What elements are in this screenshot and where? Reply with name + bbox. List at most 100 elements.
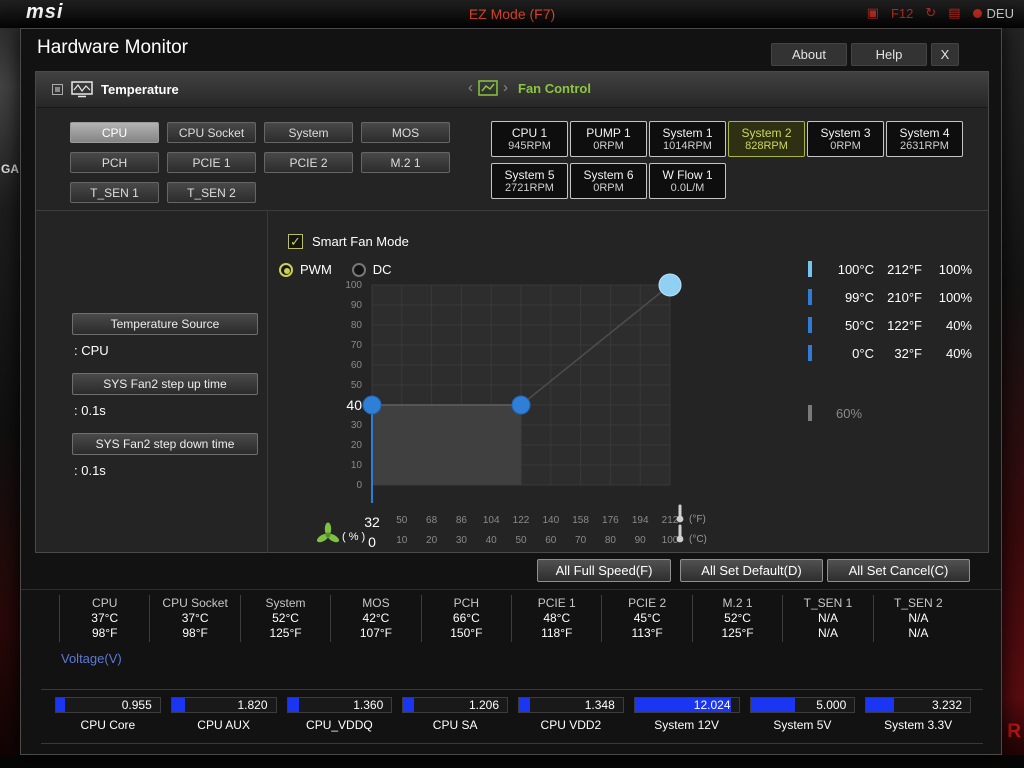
fan-curve-point[interactable]: [511, 395, 531, 415]
temperature-source-field: Temperature Source : CPU: [72, 313, 258, 358]
voltage-readout: 1.206 CPU SA: [402, 697, 508, 732]
voltage-readout: 12.024 System 12V: [633, 697, 740, 732]
legend-temp-f: 210°F: [887, 289, 922, 305]
fan-curve-point[interactable]: [362, 395, 382, 415]
fan-rpm-value: 2631RPM: [900, 139, 949, 152]
help-button[interactable]: Help: [851, 43, 927, 66]
vertical-divider: [267, 210, 268, 553]
fan-button[interactable]: System 2 828RPM: [728, 121, 805, 157]
temp-source-button[interactable]: PCIE 2: [264, 152, 353, 173]
sensor-name: M.2 1: [722, 596, 753, 610]
legend-temp-f: 32°F: [894, 345, 922, 361]
y-tick-label: 70: [351, 340, 363, 351]
temp-source-button[interactable]: M.2 1: [361, 152, 450, 173]
about-button[interactable]: About: [771, 43, 847, 66]
legend-temp-f: 122°F: [887, 317, 922, 333]
y-tick-label: 40: [346, 397, 362, 413]
x-tick-label-f: 158: [572, 515, 589, 526]
temp-source-button[interactable]: System: [264, 122, 353, 143]
legend-bar-icon: [808, 289, 812, 305]
smart-fan-label: Smart Fan Mode: [312, 234, 409, 249]
chevron-right-icon[interactable]: ›: [503, 80, 508, 96]
fan-button[interactable]: System 6 0RPM: [570, 163, 647, 199]
chevron-left-icon[interactable]: ‹: [468, 80, 473, 96]
fan-button[interactable]: System 4 2631RPM: [886, 121, 963, 157]
fan-rpm-value: 0RPM: [830, 139, 861, 152]
fan-curve-point[interactable]: [658, 273, 682, 297]
sensor-fahrenheit: N/A: [817, 626, 838, 640]
temperature-source-button[interactable]: Temperature Source: [72, 313, 258, 335]
fan-button[interactable]: PUMP 1 0RPM: [570, 121, 647, 157]
fan-settings: Temperature Source : CPU SYS Fan2 step u…: [72, 313, 258, 493]
fan-control-section-header[interactable]: ‹ › Fan Control: [468, 80, 591, 96]
smart-fan-mode-toggle[interactable]: ✓ Smart Fan Mode: [288, 234, 409, 249]
temp-source-button[interactable]: T_SEN 2: [167, 182, 256, 203]
fan-name: System 3: [820, 125, 871, 140]
y-tick-label: 50: [351, 380, 363, 391]
temperature-source-value: : CPU: [74, 343, 109, 358]
temperature-readout: M.2 1 52°C 125°F: [691, 595, 782, 642]
all-set-default-button[interactable]: All Set Default(D): [680, 559, 823, 582]
fan-button[interactable]: CPU 1 945RPM: [491, 121, 568, 157]
temperature-readout: System 52°C 125°F: [239, 595, 330, 642]
temp-source-button[interactable]: PCH: [70, 152, 159, 173]
fan-buttons: CPU 1 945RPM PUMP 1 0RPM System 1 1014RP…: [491, 121, 967, 199]
voltage-rail-name: CPU AUX: [197, 718, 250, 732]
x-tick-label-f: 68: [426, 515, 438, 526]
sensor-fahrenheit: 150°F: [450, 626, 483, 640]
sensor-fahrenheit: 113°F: [631, 626, 663, 640]
notes-icon[interactable]: ▤: [948, 5, 960, 21]
refresh-icon[interactable]: ↻: [925, 5, 936, 21]
all-set-cancel-button[interactable]: All Set Cancel(C): [827, 559, 970, 582]
temp-source-button[interactable]: MOS: [361, 122, 450, 143]
voltage-value: 1.206: [468, 698, 499, 712]
fan-button[interactable]: System 5 2721RPM: [491, 163, 568, 199]
temp-source-button[interactable]: T_SEN 1: [70, 182, 159, 203]
legend-row: 99°C 210°F 100%: [808, 288, 984, 306]
voltage-value: 12.024: [693, 698, 731, 712]
temp-source-button[interactable]: CPU Socket: [167, 122, 256, 143]
step-up-time-button[interactable]: SYS Fan2 step up time: [72, 373, 258, 395]
step-down-time-button[interactable]: SYS Fan2 step down time: [72, 433, 258, 455]
fan-button[interactable]: System 3 0RPM: [807, 121, 884, 157]
bios-bg-bottom: [0, 755, 1024, 768]
temperature-readout: CPU 37°C 98°F: [59, 595, 149, 642]
percent-axis-label: ( % ): [342, 531, 365, 543]
smart-fan-checkbox[interactable]: ✓: [288, 234, 303, 249]
legend-temp-c: 100°C: [837, 261, 874, 277]
fan-curve-chart[interactable]: 100908070605040302010032 50 68 86 104 122 140 1…: [312, 257, 732, 552]
fan-icon: [316, 522, 340, 543]
temperature-readout: CPU Socket 37°C 98°F: [149, 595, 239, 642]
sensor-celsius: 45°C: [633, 611, 661, 625]
temp-source-button[interactable]: PCIE 1: [167, 152, 256, 173]
voltage-gauge: 0.955: [55, 697, 161, 713]
fan-button[interactable]: System 1 1014RPM: [649, 121, 726, 157]
voltage-value: 1.348: [584, 698, 615, 712]
language-selector[interactable]: DEU: [972, 6, 1014, 21]
legend-bar-icon: [808, 345, 812, 361]
temperature-readout: T_SEN 1 N/A N/A: [782, 595, 872, 642]
legend-row: 100°C 212°F 100%: [808, 260, 984, 278]
all-full-speed-button[interactable]: All Full Speed(F): [537, 559, 671, 582]
sensor-fahrenheit: N/A: [908, 626, 929, 640]
sensor-celsius: N/A: [908, 611, 929, 625]
voltage-gauge: 1.206: [402, 697, 508, 713]
screenshot-icon[interactable]: ▣: [867, 5, 879, 21]
voltage-value: 5.000: [816, 698, 847, 712]
legend-extra-bar-icon: [808, 405, 812, 421]
screen: msi EZ Mode (F7) ▣ F12 ↻ ▤ DEU GA R Hard…: [0, 0, 1024, 768]
ez-mode-button[interactable]: EZ Mode (F7): [469, 6, 555, 22]
close-button[interactable]: X: [931, 43, 959, 66]
x-tick-label-f: 104: [483, 515, 500, 526]
fan-rpm-value: 945RPM: [508, 139, 551, 152]
x-tick-label-c: 0: [368, 534, 376, 550]
voltage-gauge: 1.820: [170, 697, 277, 713]
sensor-fahrenheit: 125°F: [721, 626, 754, 640]
temp-source-button[interactable]: CPU: [70, 122, 159, 143]
sensor-celsius: 48°C: [543, 611, 571, 625]
checkmark-icon: ✓: [290, 234, 301, 249]
fan-button[interactable]: W Flow 1 0.0L/M: [649, 163, 726, 199]
sensor-celsius: 37°C: [91, 611, 119, 625]
voltage-readout: 1.820 CPU AUX: [170, 697, 277, 732]
voltage-gauge-fill: [403, 698, 414, 712]
